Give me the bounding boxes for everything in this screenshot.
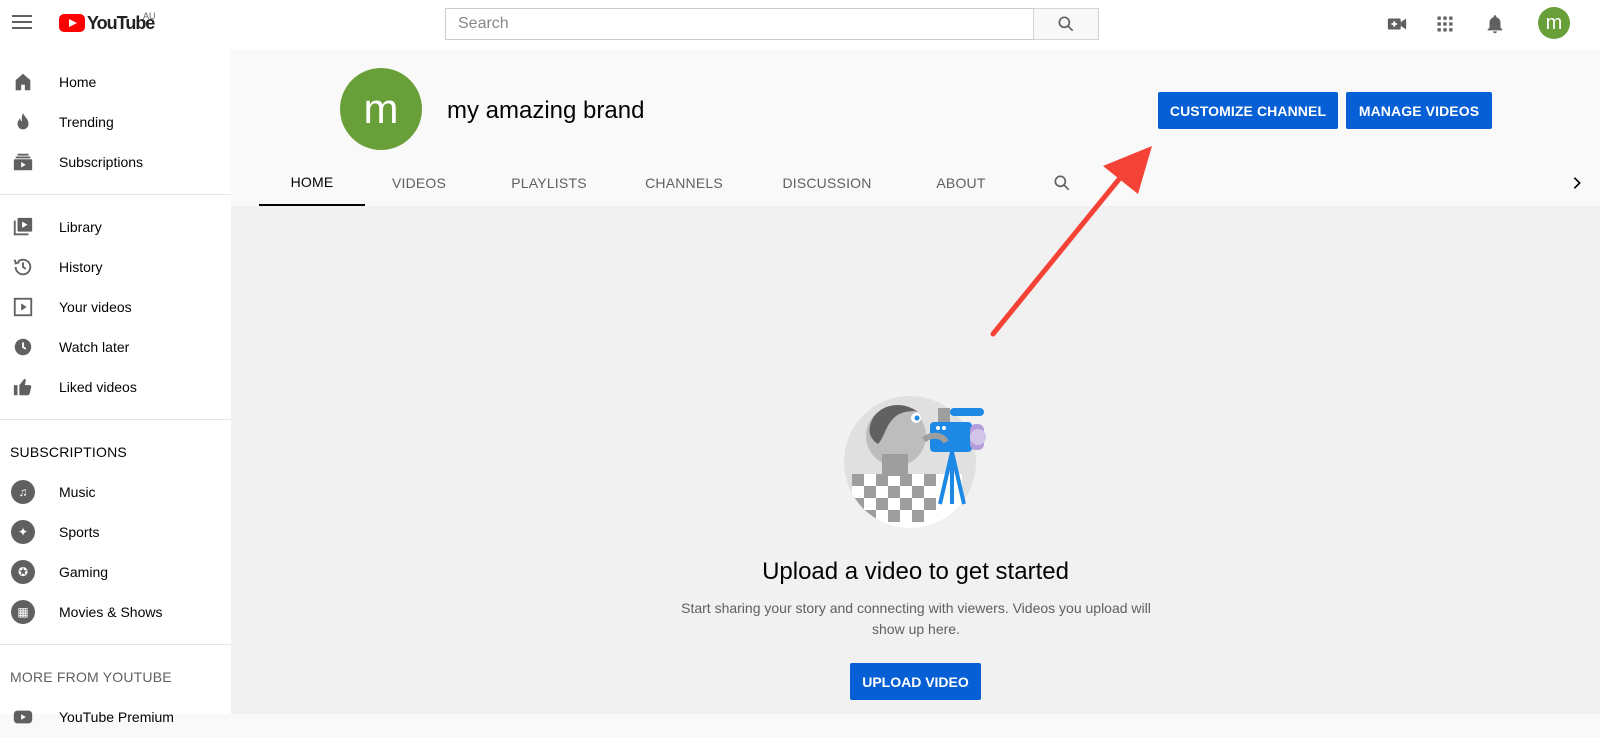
sidebar-item-trending[interactable]: Trending	[0, 102, 231, 142]
flame-icon	[11, 110, 35, 134]
music-icon: ♫	[11, 480, 35, 504]
videographer-illustration	[844, 396, 986, 528]
sidebar-divider	[0, 419, 231, 420]
sidebar-item-label: Gaming	[59, 564, 109, 580]
search-box	[445, 8, 1033, 40]
channel-header: m my amazing brand CUSTOMIZE CHANNEL MAN…	[231, 50, 1600, 206]
search-input[interactable]	[446, 9, 1033, 39]
tab-channels[interactable]: CHANNELS	[631, 160, 737, 206]
subscriptions-icon	[11, 150, 35, 174]
search-button[interactable]	[1033, 8, 1099, 40]
search-icon	[1058, 16, 1074, 32]
subscriptions-heading: SUBSCRIPTIONS	[10, 444, 127, 460]
youtube-play-icon	[59, 14, 85, 32]
account-avatar[interactable]: m	[1538, 7, 1570, 39]
sidebar-item-movies-shows[interactable]: ▦ Movies & Shows	[0, 592, 231, 632]
youtube-premium-icon	[11, 705, 35, 729]
empty-state-title: Upload a video to get started	[762, 558, 1069, 585]
channel-search-icon[interactable]	[1047, 160, 1077, 206]
sidebar-item-label: Library	[59, 219, 102, 235]
tab-videos[interactable]: VIDEOS	[379, 160, 459, 206]
sidebar-item-label: Your videos	[59, 299, 132, 315]
movies-icon: ▦	[11, 600, 35, 624]
sidebar: Home Trending Subscriptions Library Hist…	[0, 50, 231, 725]
top-bar: YouTube AU m	[0, 0, 1600, 50]
sidebar-item-youtube-premium[interactable]: YouTube Premium	[0, 697, 231, 737]
channel-empty-state: Upload a video to get started Start shar…	[231, 206, 1600, 714]
apps-grid-icon[interactable]	[1433, 12, 1457, 36]
channel-avatar: m	[340, 68, 422, 150]
thumbs-up-icon	[11, 375, 35, 399]
sidebar-item-label: Home	[59, 74, 97, 90]
sidebar-item-label: Sports	[59, 524, 100, 540]
sidebar-item-library[interactable]: Library	[0, 207, 231, 247]
tab-home[interactable]: HOME	[259, 160, 365, 206]
sidebar-item-gaming[interactable]: ✪ Gaming	[0, 552, 231, 592]
customize-channel-button[interactable]: CUSTOMIZE CHANNEL	[1158, 92, 1338, 129]
home-icon	[11, 70, 35, 94]
chevron-right-icon[interactable]	[1565, 160, 1589, 206]
tab-discussion[interactable]: DISCUSSION	[767, 160, 887, 206]
channel-tabs: HOME VIDEOS PLAYLISTS CHANNELS DISCUSSIO…	[231, 160, 1600, 206]
sidebar-item-label: Liked videos	[59, 379, 137, 395]
tab-playlists[interactable]: PLAYLISTS	[497, 160, 601, 206]
sidebar-item-history[interactable]: History	[0, 247, 231, 287]
sidebar-divider	[0, 644, 231, 645]
sidebar-item-label: Watch later	[59, 339, 130, 355]
sidebar-item-liked-videos[interactable]: Liked videos	[0, 367, 231, 407]
sidebar-item-label: Music	[59, 484, 96, 500]
your-videos-icon	[11, 295, 35, 319]
sidebar-item-label: History	[59, 259, 103, 275]
sidebar-divider	[0, 194, 231, 195]
create-video-icon[interactable]	[1385, 12, 1409, 36]
gaming-icon: ✪	[11, 560, 35, 584]
clock-icon	[11, 335, 35, 359]
library-icon	[11, 215, 35, 239]
sports-icon: ✦	[11, 520, 35, 544]
sidebar-item-label: Subscriptions	[59, 154, 144, 170]
youtube-logo[interactable]: YouTube	[59, 11, 155, 35]
country-code: AU	[143, 11, 156, 21]
channel-name: my amazing brand	[447, 97, 645, 124]
menu-icon[interactable]	[10, 11, 34, 35]
sidebar-item-watch-later[interactable]: Watch later	[0, 327, 231, 367]
sidebar-item-label: Movies & Shows	[59, 604, 163, 620]
history-icon	[11, 255, 35, 279]
upload-video-button[interactable]: UPLOAD VIDEO	[850, 663, 981, 700]
sidebar-item-your-videos[interactable]: Your videos	[0, 287, 231, 327]
manage-videos-button[interactable]: MANAGE VIDEOS	[1346, 92, 1492, 129]
tab-about[interactable]: ABOUT	[921, 160, 1001, 206]
notifications-bell-icon[interactable]	[1483, 12, 1507, 36]
sidebar-item-subscriptions[interactable]: Subscriptions	[0, 142, 231, 182]
sidebar-item-label: Trending	[59, 114, 114, 130]
sidebar-item-label: YouTube Premium	[59, 709, 174, 725]
more-from-youtube-heading: MORE FROM YOUTUBE	[10, 669, 172, 685]
sidebar-item-music[interactable]: ♫ Music	[0, 472, 231, 512]
sidebar-item-sports[interactable]: ✦ Sports	[0, 512, 231, 552]
sidebar-item-home[interactable]: Home	[0, 62, 231, 102]
empty-state-description: Start sharing your story and connecting …	[681, 600, 1151, 637]
